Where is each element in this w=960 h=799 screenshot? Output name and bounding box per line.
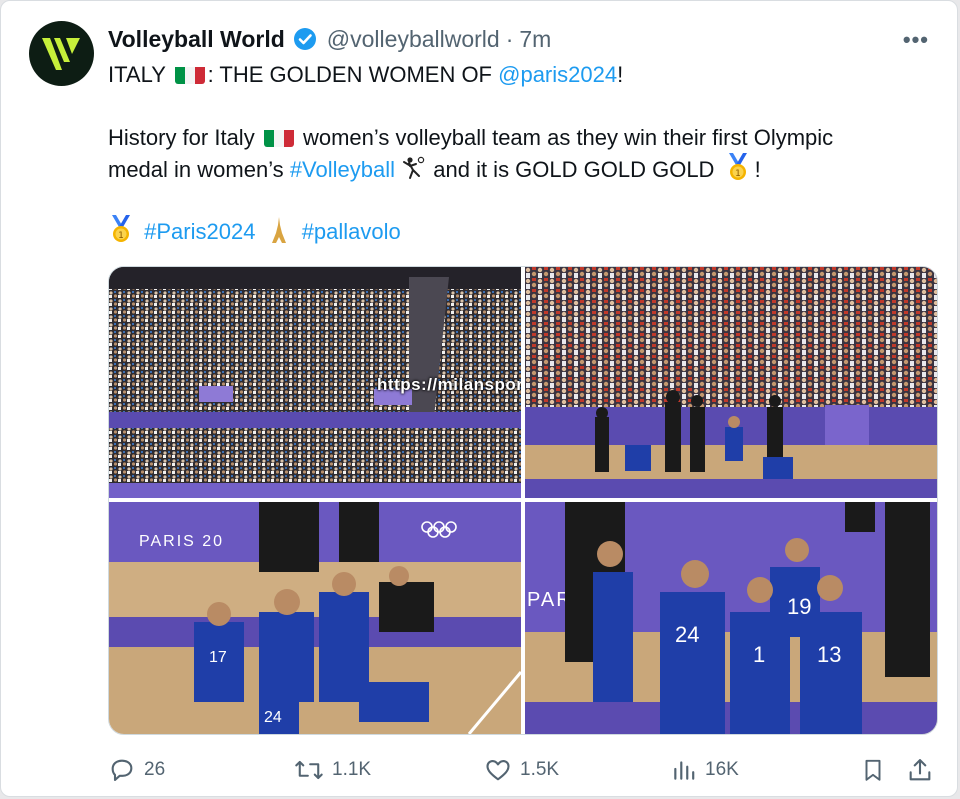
hashtag-pallavolo[interactable]: #pallavolo	[302, 219, 401, 244]
gold-medal-icon: 1	[728, 153, 747, 180]
volleyball-player-icon	[403, 156, 425, 179]
jersey-number: 17	[209, 649, 227, 666]
media-grid: https://milansportsd.com/	[108, 266, 938, 735]
headline-text: ITALY	[108, 62, 166, 87]
views-chart-icon	[674, 761, 695, 780]
body-text: women’s volleyball team as they win thei…	[302, 125, 834, 150]
photo-team-jerseys[interactable]: PAR 24 19 1 13	[525, 502, 937, 734]
hashtag-paris2024[interactable]: #Paris2024	[144, 219, 255, 244]
jersey-number: 24	[675, 622, 699, 647]
tweet-card: Volleyball World @volleyballworld · 7m •…	[0, 0, 958, 797]
volleyball-world-logo-icon	[41, 37, 80, 70]
verified-badge-icon	[293, 28, 316, 50]
mention-link[interactable]: @paris2024	[498, 62, 617, 87]
share-button[interactable]	[906, 753, 942, 787]
avatar[interactable]	[29, 21, 94, 86]
photo-court-celebration[interactable]	[525, 267, 937, 498]
jersey-number: 1	[753, 642, 765, 667]
watermark-text: https://milansportsd.com/	[377, 375, 521, 394]
separator-dot: ·	[505, 25, 514, 52]
svg-text:1: 1	[735, 169, 741, 179]
like-count: 1.5K	[520, 759, 560, 780]
body-text: medal in women’s	[108, 157, 284, 182]
reply-button[interactable]: 26	[108, 753, 165, 787]
body-text: History for Italy	[108, 125, 255, 150]
jersey-number: 24	[264, 709, 282, 726]
repost-count: 1.1K	[332, 759, 372, 780]
views-count: 16K	[705, 759, 739, 780]
tweet-body: History for Italy women’s volleyball tea…	[108, 122, 938, 185]
author-name[interactable]: Volleyball World	[108, 26, 285, 53]
author-handle[interactable]: @volleyballworld	[327, 26, 500, 53]
eiffel-tower-icon	[271, 217, 286, 243]
gold-medal-icon: 1	[112, 215, 130, 242]
bookmark-icon	[865, 759, 881, 781]
like-button[interactable]: 1.5K	[484, 753, 559, 787]
body-text: !	[754, 157, 761, 182]
reply-icon	[111, 759, 133, 781]
bookmark-button[interactable]	[860, 753, 894, 787]
action-bar: 26 1.1K 1.5K 16K	[108, 753, 938, 787]
views-button[interactable]: 16K	[671, 753, 739, 787]
tweet-hashtags: 1 #Paris2024 #pallavolo	[108, 215, 938, 247]
jersey-number: 19	[787, 594, 811, 619]
photo-team-huddle[interactable]: PARIS 20 17 24	[109, 502, 521, 734]
repost-icon	[295, 760, 323, 780]
more-options-icon[interactable]: •••	[903, 27, 929, 53]
svg-text:1: 1	[118, 231, 124, 241]
photo-crowd-arena[interactable]: https://milansportsd.com/	[109, 267, 521, 498]
share-icon	[909, 759, 931, 781]
headline-text: !	[617, 62, 624, 87]
italy-flag-icon	[174, 64, 205, 84]
headline-text: : THE GOLDEN WOMEN OF	[207, 62, 492, 87]
reply-count: 26	[144, 759, 166, 780]
body-text: and it is GOLD GOLD GOLD	[433, 157, 715, 182]
repost-button[interactable]: 1.1K	[294, 753, 371, 787]
hashtag-volleyball[interactable]: #Volleyball	[290, 157, 395, 182]
banner-text: PARIS 20	[139, 533, 224, 550]
tweet-headline: ITALY : THE GOLDEN WOMEN OF @paris2024!	[108, 59, 938, 90]
jersey-number: 13	[817, 642, 841, 667]
heart-icon	[486, 759, 510, 781]
timestamp[interactable]: 7m	[519, 26, 551, 53]
italy-flag-icon	[263, 127, 294, 147]
tweet-header: Volleyball World @volleyballworld · 7m	[108, 25, 551, 53]
